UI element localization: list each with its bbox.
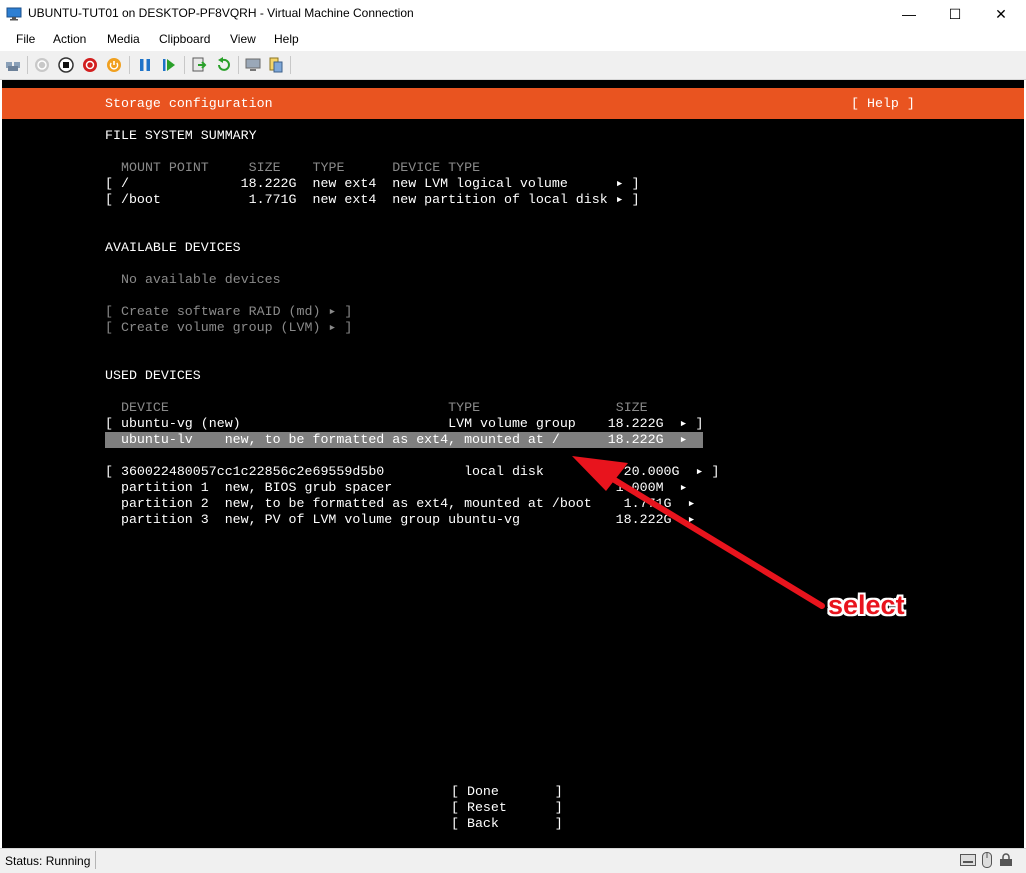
- minimize-button[interactable]: —: [886, 0, 932, 29]
- close-button[interactable]: ✕: [978, 0, 1024, 29]
- share-icon[interactable]: [268, 57, 284, 73]
- used-row-partition-3[interactable]: partition 3 new, PV of LVM volume group …: [105, 512, 696, 528]
- help-button[interactable]: [ Help ]: [851, 96, 915, 112]
- used-row-partition-1[interactable]: partition 1 new, BIOS grub spacer 1.000M…: [105, 480, 688, 496]
- vm-connection-icon: [6, 7, 22, 21]
- power-icon[interactable]: [106, 57, 122, 73]
- turn-off-icon[interactable]: [58, 57, 74, 73]
- lock-icon: [1000, 853, 1012, 866]
- menu-bar: File Action Media Clipboard View Help: [0, 29, 1026, 51]
- status-text: Status: Running: [5, 854, 91, 868]
- create-raid-button[interactable]: [ Create software RAID (md) ▸ ]: [105, 304, 352, 320]
- pause-icon[interactable]: [137, 57, 153, 73]
- checkpoint-icon[interactable]: [191, 57, 207, 73]
- reset-button[interactable]: [ Reset ]: [451, 800, 563, 816]
- maximize-button[interactable]: ☐: [932, 0, 978, 29]
- create-volume-group-button[interactable]: [ Create volume group (LVM) ▸ ]: [105, 320, 352, 336]
- start-icon[interactable]: [34, 57, 50, 73]
- done-button[interactable]: [ Done ]: [451, 784, 563, 800]
- revert-icon[interactable]: [215, 57, 231, 73]
- used-columns-header: DEVICE TYPE SIZE: [121, 400, 648, 415]
- installer-header: Storage configuration [ Help ]: [2, 88, 1024, 119]
- menu-media[interactable]: Media: [107, 32, 140, 46]
- used-devices-title: USED DEVICES: [105, 368, 201, 383]
- menu-help[interactable]: Help: [274, 32, 299, 46]
- menu-clipboard[interactable]: Clipboard: [159, 32, 210, 46]
- keyboard-icon: [960, 854, 976, 866]
- shutdown-icon[interactable]: [82, 57, 98, 73]
- vm-display[interactable]: Storage configuration [ Help ] FILE SYST…: [2, 80, 1024, 848]
- fs-summary-title: FILE SYSTEM SUMMARY: [105, 128, 257, 143]
- used-row-ubuntu-vg[interactable]: [ ubuntu-vg (new) LVM volume group 18.22…: [105, 416, 703, 432]
- menu-action[interactable]: Action: [53, 32, 86, 46]
- back-button[interactable]: [ Back ]: [451, 816, 563, 832]
- used-row-local-disk[interactable]: [ 360022480057cc1c22856c2e69559d5b0 loca…: [105, 464, 719, 480]
- enhanced-session-icon[interactable]: [245, 57, 261, 73]
- status-bar: Status: Running: [0, 848, 1026, 873]
- used-row-ubuntu-lv[interactable]: ubuntu-lv new, to be formatted as ext4, …: [105, 432, 704, 448]
- used-row-partition-2[interactable]: partition 2 new, to be formatted as ext4…: [105, 496, 696, 512]
- fs-columns-header: MOUNT POINT SIZE TYPE DEVICE TYPE: [121, 160, 481, 175]
- available-devices-title: AVAILABLE DEVICES: [105, 240, 241, 255]
- header-title: Storage configuration: [105, 96, 273, 111]
- window-title: UBUNTU-TUT01 on DESKTOP-PF8VQRH - Virtua…: [28, 6, 414, 20]
- resume-icon[interactable]: [161, 57, 177, 73]
- ctrl-alt-del-icon[interactable]: [5, 57, 21, 73]
- menu-view[interactable]: View: [230, 32, 256, 46]
- toolbar: [0, 51, 1026, 80]
- no-available-devices: No available devices: [121, 272, 281, 287]
- fs-row-boot[interactable]: [ /boot 1.771G new ext4 new partition of…: [105, 192, 640, 208]
- menu-file[interactable]: File: [16, 32, 35, 46]
- title-bar: UBUNTU-TUT01 on DESKTOP-PF8VQRH - Virtua…: [0, 0, 1026, 29]
- fs-row-root[interactable]: [ / 18.222G new ext4 new LVM logical vol…: [105, 176, 640, 192]
- mouse-icon: [982, 852, 992, 868]
- select-annotation: select: [828, 590, 905, 620]
